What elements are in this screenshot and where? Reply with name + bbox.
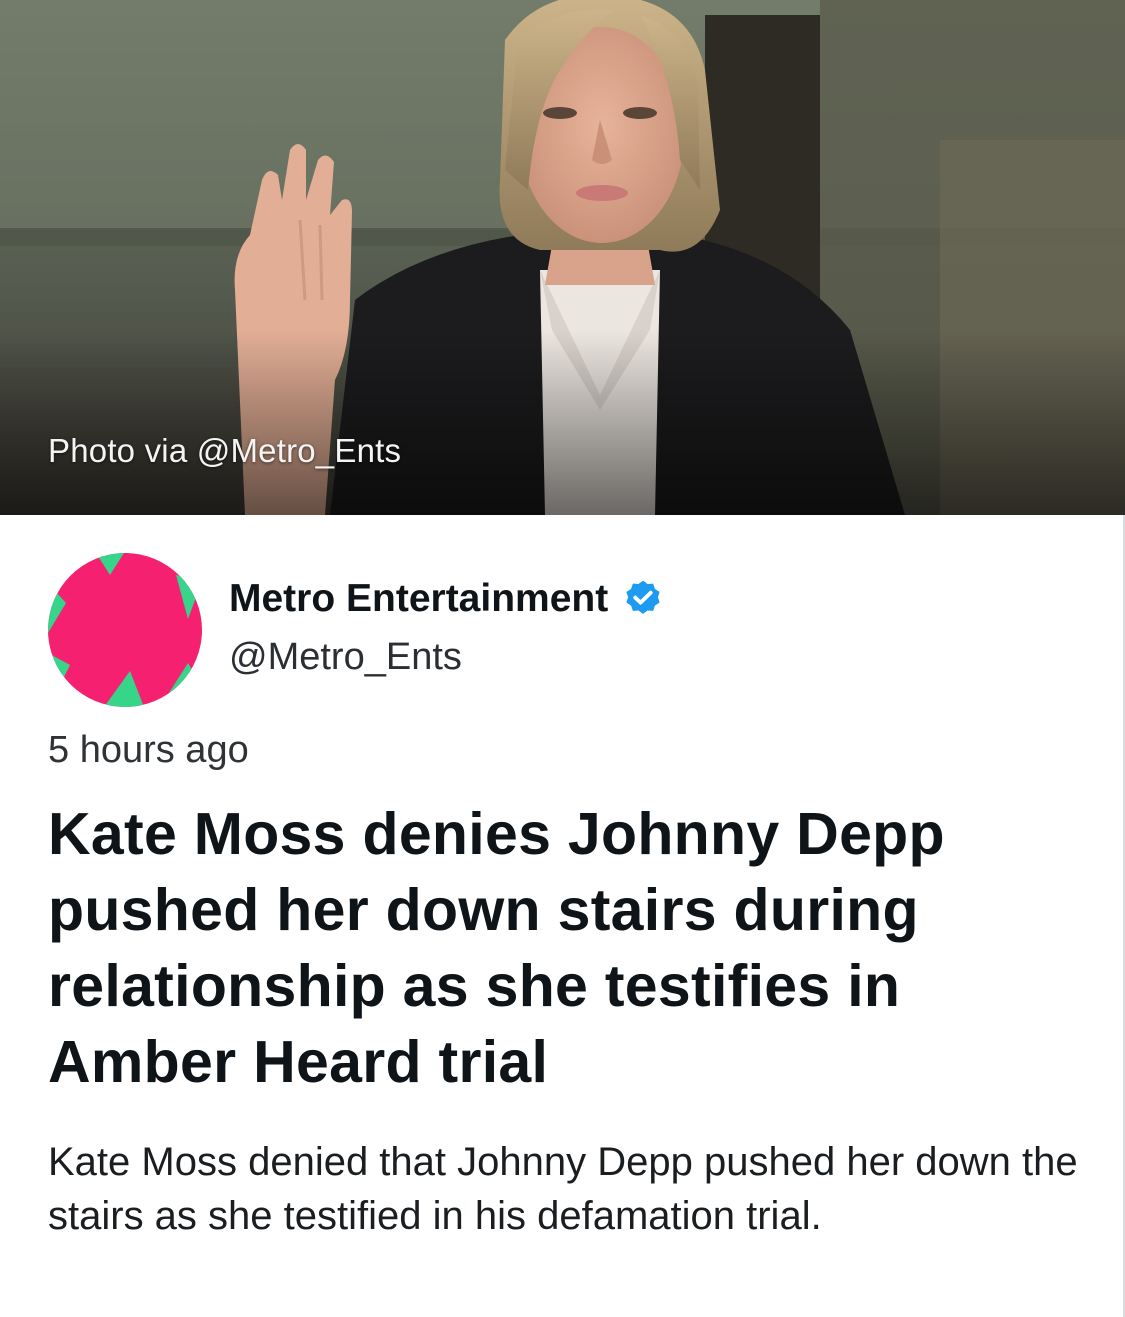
author-block[interactable]: Metro Entertainment @Metro_Ents xyxy=(48,553,1078,709)
verified-badge-icon xyxy=(626,580,660,614)
article-summary: Kate Moss denied that Johnny Depp pushed… xyxy=(48,1140,1078,1238)
photo-credit: Photo via @Metro_Ents xyxy=(48,432,402,469)
link-card[interactable]: Photo via @Metro_Ents Metro Entertainmen… xyxy=(0,0,1125,1317)
author-name-row: Metro Entertainment xyxy=(229,577,664,621)
author-handle[interactable]: @Metro_Ents xyxy=(229,636,462,679)
article-headline[interactable]: Kate Moss denies Johnny Depp pushed her … xyxy=(48,796,1088,1100)
timestamp[interactable]: 5 hours ago xyxy=(48,729,249,772)
hero-photo[interactable]: Photo via @Metro_Ents xyxy=(0,0,1125,515)
metro-logo-icon xyxy=(48,553,202,707)
avatar[interactable] xyxy=(48,553,202,707)
author-name[interactable]: Metro Entertainment xyxy=(229,577,608,621)
